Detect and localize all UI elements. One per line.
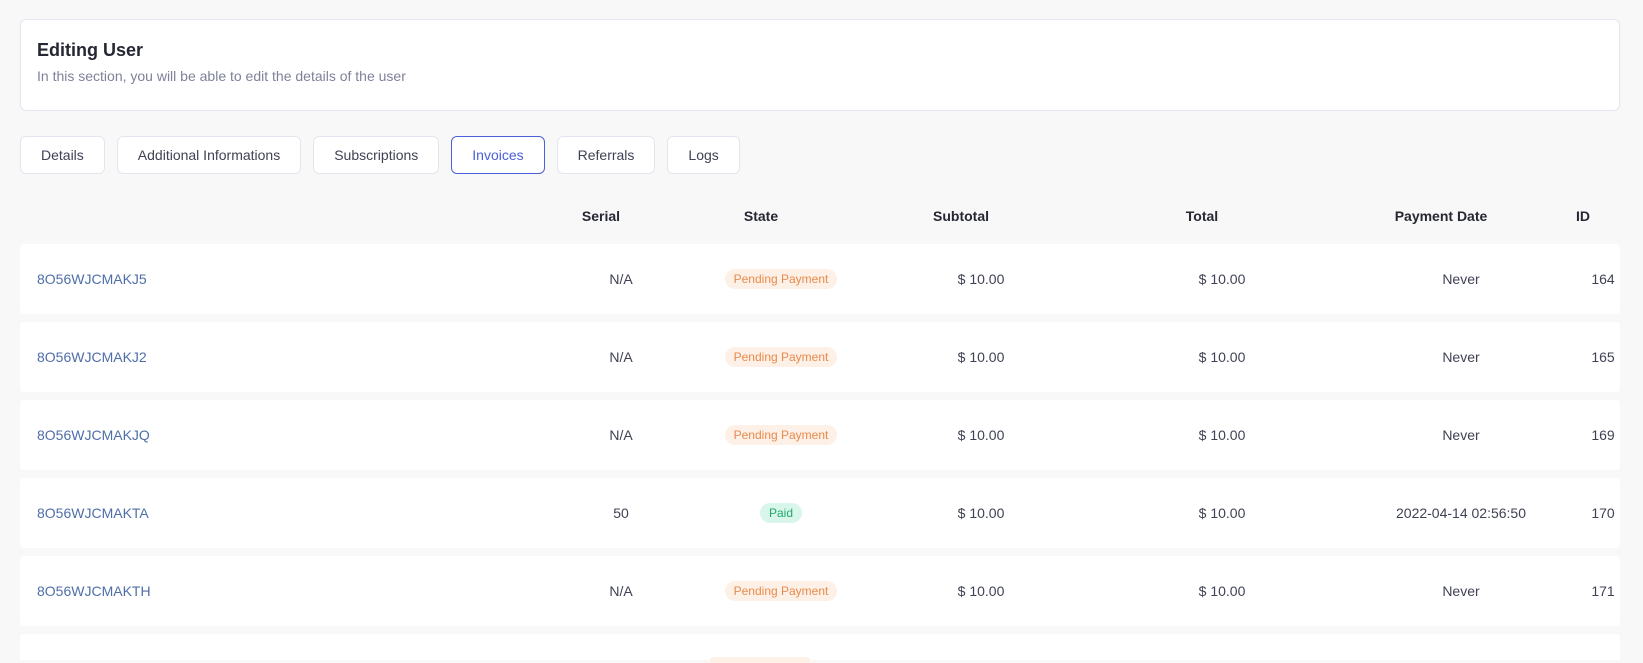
- invoice-payment-date: Never: [1442, 349, 1480, 365]
- invoice-id: 164: [1591, 271, 1615, 287]
- invoice-payment-date: Never: [1442, 427, 1480, 443]
- column-header-id: ID: [1576, 208, 1590, 224]
- table-row: 8O56WJCMAKJ2 N/A Pending Payment $ 10.00…: [20, 322, 1620, 392]
- tab-bar: Details Additional Informations Subscrip…: [20, 136, 740, 174]
- page-header-card: Editing User In this section, you will b…: [20, 19, 1620, 111]
- invoice-subtotal: $ 10.00: [957, 505, 1005, 521]
- status-badge: Pending Payment: [724, 269, 838, 289]
- invoice-total: $ 10.00: [1198, 427, 1246, 443]
- table-row: 8O56WJCMAKTH N/A Pending Payment $ 10.00…: [20, 556, 1620, 626]
- table-row-partial: [20, 634, 1620, 663]
- page-subtitle: In this section, you will be able to edi…: [37, 68, 406, 84]
- tab-subscriptions[interactable]: Subscriptions: [313, 136, 440, 174]
- table-row: 8O56WJCMAKJ5 N/A Pending Payment $ 10.00…: [20, 244, 1620, 314]
- invoice-state-cell: Pending Payment: [681, 400, 881, 470]
- invoice-reference-link[interactable]: 8O56WJCMAKJ2: [37, 322, 147, 392]
- invoice-serial: N/A: [609, 349, 633, 365]
- status-badge: Pending Payment: [724, 581, 838, 601]
- column-header-total: Total: [1185, 208, 1219, 224]
- invoice-subtotal: $ 10.00: [957, 427, 1005, 443]
- invoice-state-cell: Pending Payment: [681, 556, 881, 626]
- table-row: 8O56WJCMAKJQ N/A Pending Payment $ 10.00…: [20, 400, 1620, 470]
- invoice-state-cell: Pending Payment: [681, 322, 881, 392]
- invoice-total: $ 10.00: [1198, 583, 1246, 599]
- invoice-reference-link[interactable]: 8O56WJCMAKJQ: [37, 400, 150, 470]
- invoice-id: 170: [1591, 505, 1615, 521]
- invoice-reference-link[interactable]: 8O56WJCMAKTH: [37, 556, 151, 626]
- invoice-reference-link[interactable]: 8O56WJCMAKTA: [37, 478, 149, 548]
- invoice-id: 169: [1591, 427, 1615, 443]
- tab-referrals[interactable]: Referrals: [556, 136, 656, 174]
- page-title: Editing User: [37, 40, 144, 60]
- invoice-payment-date: Never: [1442, 271, 1480, 287]
- invoice-total: $ 10.00: [1198, 271, 1246, 287]
- invoice-payment-date: 2022-04-14 02:56:50: [1396, 505, 1526, 521]
- tab-logs[interactable]: Logs: [667, 136, 740, 174]
- column-header-serial: Serial: [581, 208, 621, 224]
- invoice-total: $ 10.00: [1198, 349, 1246, 365]
- column-header-state: State: [743, 208, 779, 224]
- tab-details[interactable]: Details: [20, 136, 105, 174]
- invoice-serial: N/A: [609, 583, 633, 599]
- invoice-payment-date: Never: [1442, 583, 1480, 599]
- invoice-serial: 50: [613, 505, 629, 521]
- invoice-subtotal: $ 10.00: [957, 271, 1005, 287]
- invoice-state-cell: Pending Payment: [681, 244, 881, 314]
- invoice-state-cell: Paid: [681, 478, 881, 548]
- column-header-payment-date: Payment Date: [1394, 208, 1488, 224]
- invoice-total: $ 10.00: [1198, 505, 1246, 521]
- invoice-serial: N/A: [609, 271, 633, 287]
- invoice-reference-link[interactable]: 8O56WJCMAKJ5: [37, 244, 147, 314]
- status-badge: Pending Payment: [724, 425, 838, 445]
- tab-additional-informations[interactable]: Additional Informations: [116, 136, 302, 174]
- column-header-subtotal: Subtotal: [933, 208, 989, 224]
- status-badge: Pending Payment: [724, 347, 838, 367]
- invoice-table-header: Serial State Subtotal Total Payment Date…: [0, 208, 1643, 228]
- invoice-subtotal: $ 10.00: [957, 349, 1005, 365]
- status-badge: Paid: [759, 503, 803, 523]
- table-row: 8O56WJCMAKTA 50 Paid $ 10.00 $ 10.00 202…: [20, 478, 1620, 548]
- status-badge-partial: [710, 657, 810, 663]
- invoice-subtotal: $ 10.00: [957, 583, 1005, 599]
- invoice-id: 165: [1591, 349, 1615, 365]
- invoice-id: 171: [1591, 583, 1615, 599]
- invoice-serial: N/A: [609, 427, 633, 443]
- tab-invoices[interactable]: Invoices: [451, 136, 545, 174]
